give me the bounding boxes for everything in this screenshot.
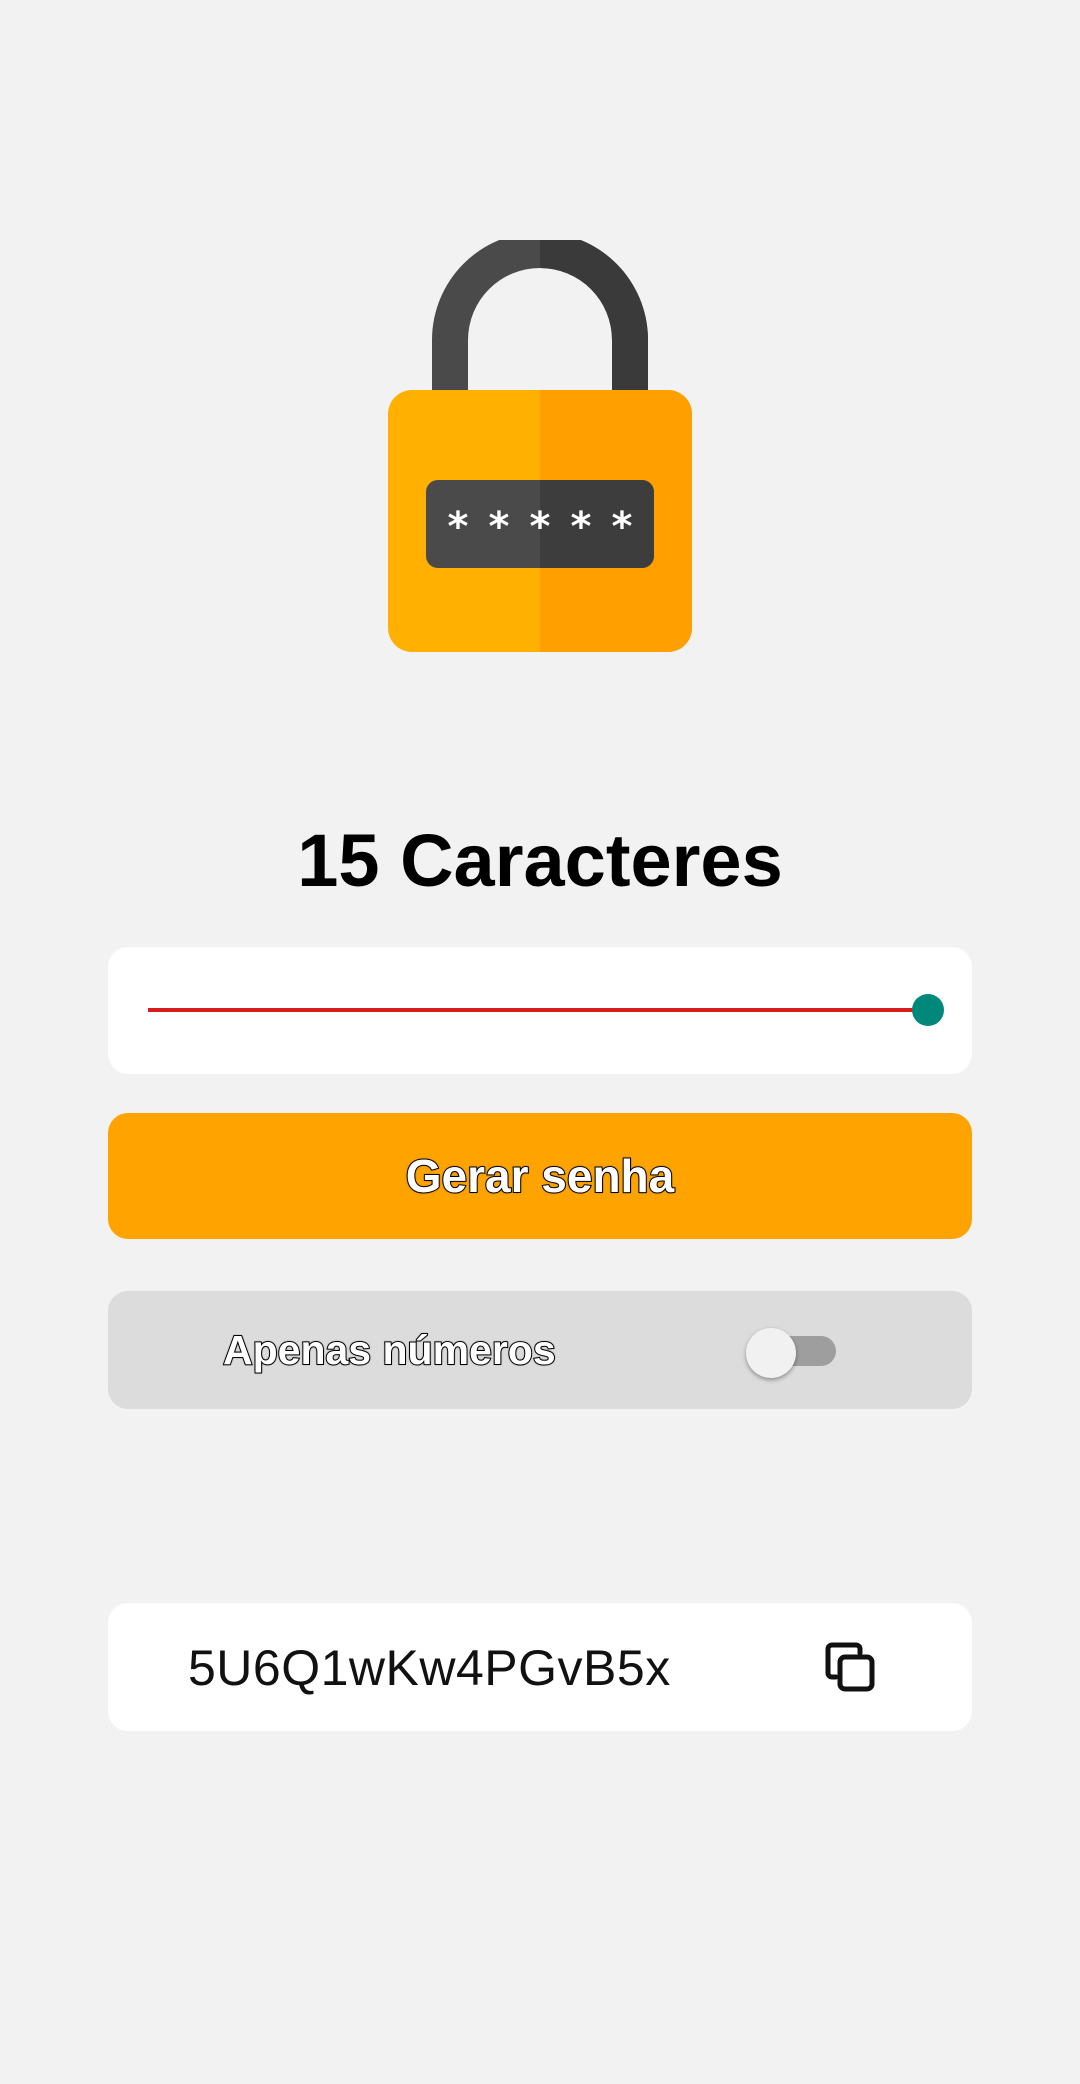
generate-password-button[interactable]: Gerar senha bbox=[108, 1113, 972, 1239]
mask-char: * bbox=[571, 504, 592, 550]
padlock-icon: * * * * * bbox=[380, 240, 700, 660]
mask-char: * bbox=[612, 504, 633, 550]
numbers-only-switch[interactable] bbox=[746, 1328, 836, 1378]
slider-thumb[interactable] bbox=[912, 994, 944, 1026]
password-result-card: 5U6Q1wKw4PGvB5x bbox=[108, 1603, 972, 1731]
length-title: 15 Caracteres bbox=[297, 819, 783, 902]
generated-password: 5U6Q1wKw4PGvB5x bbox=[188, 1640, 671, 1696]
numbers-only-option: Apenas números bbox=[108, 1291, 972, 1409]
length-slider[interactable] bbox=[148, 994, 944, 1026]
mask-char: * bbox=[530, 504, 551, 550]
mask-char: * bbox=[489, 504, 510, 550]
numbers-only-label: Apenas números bbox=[222, 1326, 557, 1374]
slider-fill bbox=[148, 1008, 928, 1012]
switch-thumb bbox=[746, 1328, 796, 1378]
length-slider-card bbox=[108, 947, 972, 1074]
copy-icon[interactable] bbox=[822, 1639, 878, 1695]
mask-char: * bbox=[448, 504, 469, 550]
